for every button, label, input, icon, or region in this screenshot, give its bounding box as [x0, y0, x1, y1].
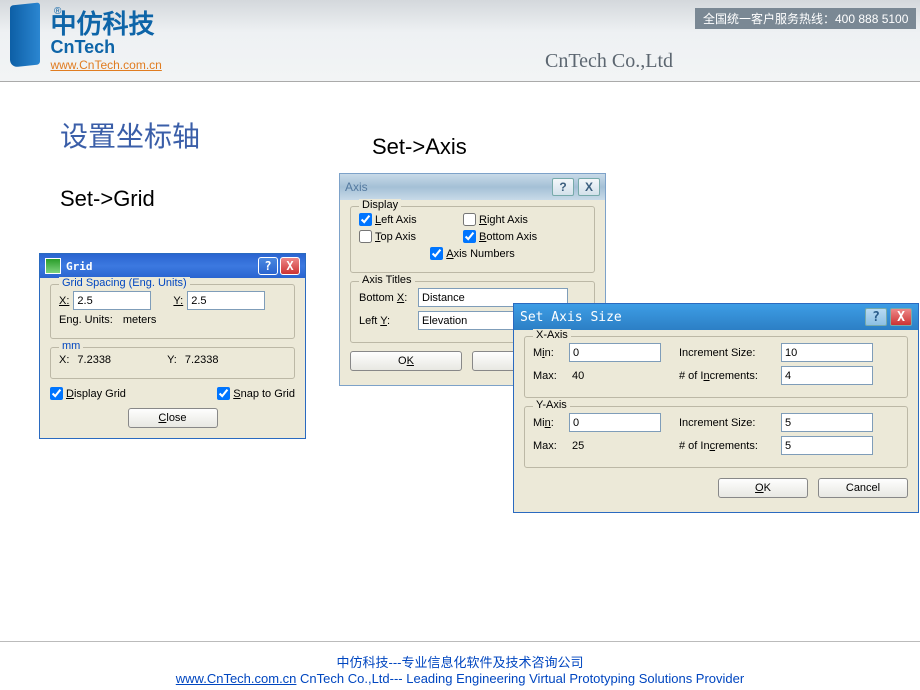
grid-units-label: Eng. Units: — [59, 314, 113, 326]
grid-mm-legend: mm — [59, 340, 83, 352]
axis-display-group: Display Left Axis Right Axis Top Axis Bo… — [350, 206, 595, 273]
axis-numbers-checkbox[interactable]: Axis Numbers — [430, 247, 514, 260]
grid-x-label: X: — [59, 295, 69, 307]
display-grid-input[interactable] — [50, 387, 63, 400]
logo-icon — [10, 2, 40, 67]
axis-help-button[interactable]: ? — [552, 178, 574, 196]
label-set-grid: Set->Grid — [60, 186, 155, 212]
bottom-x-label: Bottom X: — [359, 292, 414, 304]
footer-line2: CnTech Co.,Ltd--- Leading Engineering Vi… — [296, 671, 744, 686]
grid-mm-group: mm X: 7.2338 Y: 7.2338 — [50, 347, 295, 379]
registered-mark: ® — [54, 6, 61, 17]
y-min-label: Min: — [533, 417, 565, 429]
logo-text-cn: 中仿科技 — [50, 4, 161, 41]
company-name: CnTech Co.,Ltd — [545, 50, 673, 73]
mm-x-value: 7.2338 — [77, 354, 111, 366]
y-inc-size-input[interactable] — [781, 413, 873, 432]
y-inc-size-label: Increment Size: — [679, 417, 777, 429]
footer-link[interactable]: www.CnTech.com.cn — [176, 671, 297, 686]
footer-line1: 中仿科技---专业信息化软件及技术咨询公司 — [0, 652, 920, 671]
top-axis-checkbox[interactable]: Top Axis — [359, 230, 459, 243]
grid-titlebar[interactable]: Grid ? X — [40, 254, 305, 278]
page-footer: 中仿科技---专业信息化软件及技术咨询公司 www.CnTech.com.cn … — [0, 641, 920, 690]
y-max-value: 25 — [569, 440, 661, 452]
y-num-inc-label: # of Increments: — [679, 440, 777, 452]
x-num-inc-label: # of Increments: — [679, 370, 777, 382]
hotline-text: 全国统一客户服务热线：400 888 5100 — [695, 8, 916, 29]
bottom-axis-checkbox[interactable]: Bottom Axis — [463, 230, 537, 243]
axis-title: Axis — [345, 180, 368, 194]
size-titlebar[interactable]: Set Axis Size ? X — [514, 304, 918, 330]
right-axis-checkbox[interactable]: Right Axis — [463, 213, 528, 226]
left-y-label: Left Y: — [359, 315, 414, 327]
y-num-inc-input[interactable] — [781, 436, 873, 455]
x-min-input[interactable] — [569, 343, 661, 362]
size-cancel-button[interactable]: Cancel — [818, 478, 908, 498]
axis-titles-legend: Axis Titles — [359, 274, 415, 286]
mm-x-label: X: — [59, 354, 69, 366]
axis-close-button[interactable]: X — [578, 178, 600, 196]
size-close-button[interactable]: X — [890, 308, 912, 326]
grid-x-input[interactable] — [73, 291, 151, 310]
size-title: Set Axis Size — [520, 310, 622, 325]
grid-y-label: Y: — [173, 295, 183, 307]
x-axis-group: X-Axis Min: Increment Size: Max: 40 # of… — [524, 336, 908, 398]
grid-y-input[interactable] — [187, 291, 265, 310]
axis-display-legend: Display — [359, 199, 401, 211]
dialog-grid: Grid ? X Grid Spacing (Eng. Units) X: Y:… — [39, 253, 306, 439]
left-axis-checkbox[interactable]: Left Axis — [359, 213, 459, 226]
logo-url[interactable]: www.CnTech.com.cn — [50, 58, 161, 72]
mm-y-label: Y: — [167, 354, 177, 366]
snap-grid-input[interactable] — [217, 387, 230, 400]
grid-help-button[interactable]: ? — [258, 257, 278, 275]
x-inc-size-label: Increment Size: — [679, 347, 777, 359]
display-grid-checkbox[interactable]: DDisplay Gridisplay Grid — [50, 387, 126, 400]
grid-icon — [45, 258, 61, 274]
y-axis-group: Y-Axis Min: Increment Size: Max: 25 # of… — [524, 406, 908, 468]
grid-close-button[interactable]: X — [280, 257, 300, 275]
x-inc-size-input[interactable] — [781, 343, 873, 362]
logo: ® 中仿科技 CnTech www.CnTech.com.cn — [10, 4, 162, 74]
grid-units-value: meters — [123, 314, 157, 326]
label-set-axis: Set->Axis — [372, 134, 467, 160]
dialog-set-axis-size: Set Axis Size ? X X-Axis Min: Increment … — [513, 303, 919, 513]
mm-y-value: 7.2338 — [185, 354, 219, 366]
y-max-label: Max: — [533, 440, 565, 452]
grid-close-btn[interactable]: Close — [128, 408, 218, 428]
grid-title: Grid — [66, 260, 93, 273]
axis-titlebar[interactable]: Axis ? X — [340, 174, 605, 200]
x-max-label: Max: — [533, 370, 565, 382]
x-max-value: 40 — [569, 370, 661, 382]
page-title: 设置坐标轴 — [60, 115, 200, 155]
grid-spacing-group: Grid Spacing (Eng. Units) X: Y: Eng. Uni… — [50, 284, 295, 339]
size-help-button[interactable]: ? — [865, 308, 887, 326]
size-ok-button[interactable]: OK — [718, 478, 808, 498]
snap-grid-checkbox[interactable]: Snap to Grid — [217, 387, 295, 400]
x-min-label: Min: — [533, 347, 565, 359]
grid-spacing-legend: Grid Spacing (Eng. Units) — [59, 277, 190, 289]
page-header: ® 中仿科技 CnTech www.CnTech.com.cn 全国统一客户服务… — [0, 0, 920, 82]
y-min-input[interactable] — [569, 413, 661, 432]
x-axis-legend: X-Axis — [533, 329, 571, 341]
y-axis-legend: Y-Axis — [533, 399, 570, 411]
axis-ok-button[interactable]: OK — [350, 351, 462, 371]
x-num-inc-input[interactable] — [781, 366, 873, 385]
